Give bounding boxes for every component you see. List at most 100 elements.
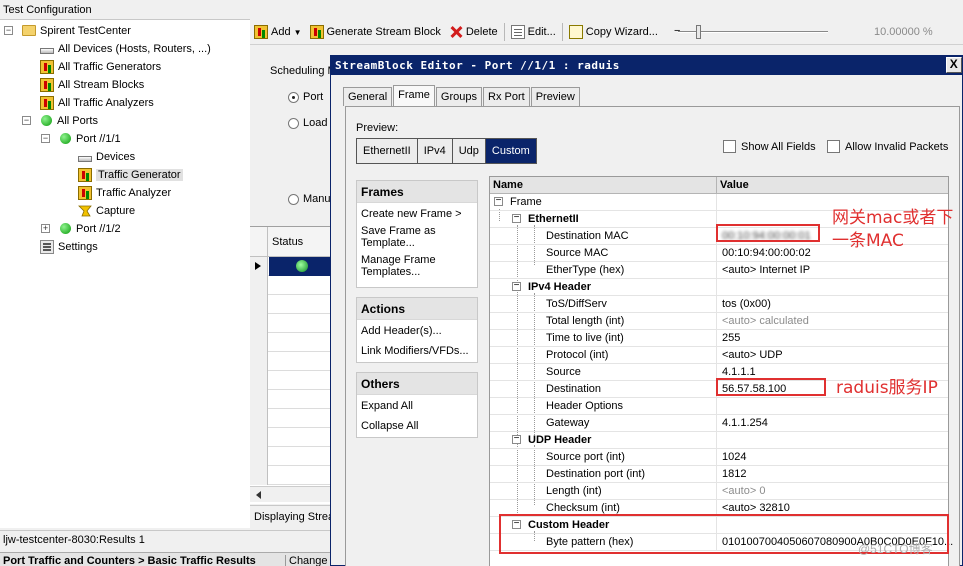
collapse-icon[interactable]: − (4, 26, 13, 35)
tree-item-devices[interactable]: Devices (78, 148, 135, 165)
tree-item-all-devices[interactable]: All Devices (Hosts, Routers, ...) (40, 40, 211, 57)
table-row[interactable] (250, 295, 330, 314)
tree-item-port-1-2[interactable]: Port //1/2 (59, 220, 121, 237)
allow-invalid-packets-checkbox[interactable]: Allow Invalid Packets (827, 140, 948, 153)
status-cell[interactable] (269, 257, 330, 276)
tree-item-port-1-1[interactable]: Port //1/1 (59, 130, 121, 147)
grid-row-destination-port[interactable]: Destination port (int) 1812 (490, 466, 948, 483)
slider-thumb[interactable] (696, 25, 701, 39)
streamblock-grid[interactable]: Status (250, 226, 330, 504)
collapse-icon[interactable]: − (512, 434, 521, 444)
config-tree[interactable]: − Spirent TestCenter All Devices (Hosts,… (0, 20, 250, 528)
grid-row-ttl[interactable]: Time to live (int) 255 (490, 330, 948, 347)
delete-button[interactable]: Delete (445, 21, 502, 43)
tree-item-all-traffic-analyzers[interactable]: All Traffic Analyzers (40, 94, 154, 111)
grid-row-ethertype[interactable]: EtherType (hex) <auto> Internet IP (490, 262, 948, 279)
grid-row-udp-header[interactable]: − UDP Header (490, 432, 948, 449)
value-column-header[interactable]: Value (720, 179, 749, 191)
grid-row-source-port[interactable]: Source port (int) 1024 (490, 449, 948, 466)
row-header (250, 352, 268, 371)
source-port-value[interactable]: 1024 (722, 451, 746, 463)
manage-frame-templates-link[interactable]: Manage Frame Templates... (357, 254, 477, 278)
tree-item-settings[interactable]: Settings (40, 238, 98, 255)
name-column-header[interactable]: Name (493, 179, 523, 191)
expand-all-link[interactable]: Expand All (357, 400, 477, 412)
table-row[interactable] (250, 352, 330, 371)
table-row[interactable] (250, 314, 330, 333)
others-group-title: Others (357, 373, 477, 395)
grid-row-header-options[interactable]: Header Options (490, 398, 948, 415)
grid-row-total-length[interactable]: Total length (int) <auto> calculated (490, 313, 948, 330)
tos-value[interactable]: tos (0x00) (722, 298, 771, 310)
close-button[interactable]: X (946, 57, 962, 73)
checksum-value[interactable]: <auto> 32810 (722, 502, 790, 514)
radio-port-based[interactable]: Port (288, 91, 323, 103)
table-row[interactable] (250, 276, 330, 295)
length-value[interactable]: <auto> 0 (722, 485, 765, 497)
link-modifiers-link[interactable]: Link Modifiers/VFDs... (357, 345, 477, 357)
show-all-fields-checkbox[interactable]: Show All Fields (723, 140, 816, 153)
dialog-title-bar[interactable]: StreamBlock Editor - Port //1/1 : raduis… (331, 56, 962, 75)
table-row[interactable] (250, 390, 330, 409)
collapse-icon[interactable]: − (494, 196, 503, 206)
save-frame-template-link[interactable]: Save Frame as Template... (357, 225, 477, 249)
segment-custom[interactable]: Custom (484, 138, 537, 164)
table-row[interactable] (250, 466, 330, 485)
create-frame-link[interactable]: Create new Frame > (357, 208, 477, 220)
add-button[interactable]: Add ▼ (250, 21, 306, 43)
status-column-header[interactable]: Status (272, 236, 303, 248)
expand-icon[interactable]: + (41, 224, 50, 233)
protocol-value[interactable]: <auto> UDP (722, 349, 783, 361)
horizontal-scrollbar[interactable] (250, 486, 330, 502)
tab-preview[interactable]: Preview (530, 87, 580, 106)
table-row[interactable] (250, 333, 330, 352)
copy-wizard-button[interactable]: Copy Wizard... (565, 21, 662, 43)
gateway-value[interactable]: 4.1.1.254 (722, 417, 768, 429)
tree-item-all-ports[interactable]: All Ports (40, 112, 98, 129)
grid-row-ipv4-header[interactable]: − IPv4 Header (490, 279, 948, 296)
table-row[interactable] (250, 447, 330, 466)
segment-ipv4[interactable]: IPv4 (416, 138, 453, 164)
tab-frame[interactable]: Frame (393, 85, 435, 106)
generate-stream-block-button[interactable]: Generate Stream Block (306, 21, 445, 43)
grid-row-protocol[interactable]: Protocol (int) <auto> UDP (490, 347, 948, 364)
tree-item-traffic-generator[interactable]: Traffic Generator (78, 166, 183, 183)
destination-port-value[interactable]: 1812 (722, 468, 746, 480)
ttl-value[interactable]: 255 (722, 332, 740, 344)
chevron-down-icon[interactable]: ▼ (294, 28, 302, 37)
collapse-icon[interactable]: − (512, 213, 521, 223)
zoom-slider[interactable]: − (674, 25, 838, 39)
segment-udp[interactable]: Udp (451, 138, 486, 164)
table-row[interactable] (250, 257, 330, 276)
segment-ethernet[interactable]: EthernetII (356, 138, 418, 164)
collapse-icon[interactable]: − (512, 281, 521, 291)
collapse-all-link[interactable]: Collapse All (357, 420, 477, 432)
source-mac-value[interactable]: 00:10:94:00:00:02 (722, 247, 811, 259)
tree-item-root[interactable]: Spirent TestCenter (22, 22, 131, 39)
radio-manual[interactable]: Manu (288, 193, 331, 205)
table-row[interactable] (250, 428, 330, 447)
scroll-left-icon[interactable] (256, 491, 261, 499)
tab-groups[interactable]: Groups (435, 87, 482, 106)
results-tab[interactable]: Port Traffic and Counters > Basic Traffi… (0, 552, 330, 566)
tree-item-traffic-analyzer[interactable]: Traffic Analyzer (78, 184, 171, 201)
tab-rx-port[interactable]: Rx Port (483, 87, 530, 106)
grid-row-tos[interactable]: ToS/DiffServ tos (0x00) (490, 296, 948, 313)
total-length-value[interactable]: <auto> calculated (722, 315, 809, 327)
ethertype-value[interactable]: <auto> Internet IP (722, 264, 810, 276)
table-row[interactable] (250, 409, 330, 428)
radio-load[interactable]: Load (288, 117, 327, 129)
collapse-icon[interactable]: − (22, 116, 31, 125)
grid-row-length[interactable]: Length (int) <auto> 0 (490, 483, 948, 500)
grid-row-gateway[interactable]: Gateway 4.1.1.254 (490, 415, 948, 432)
change-button[interactable]: Change (285, 555, 328, 566)
tree-item-capture[interactable]: Capture (78, 202, 135, 219)
tree-item-all-traffic-generators[interactable]: All Traffic Generators (40, 58, 161, 75)
source-ip-value[interactable]: 4.1.1.1 (722, 366, 756, 378)
add-headers-link[interactable]: Add Header(s)... (357, 325, 477, 337)
edit-button[interactable]: Edit... (507, 21, 560, 43)
tab-general[interactable]: General (343, 87, 393, 106)
tree-item-all-stream-blocks[interactable]: All Stream Blocks (40, 76, 144, 93)
collapse-icon[interactable]: − (41, 134, 50, 143)
table-row[interactable] (250, 371, 330, 390)
